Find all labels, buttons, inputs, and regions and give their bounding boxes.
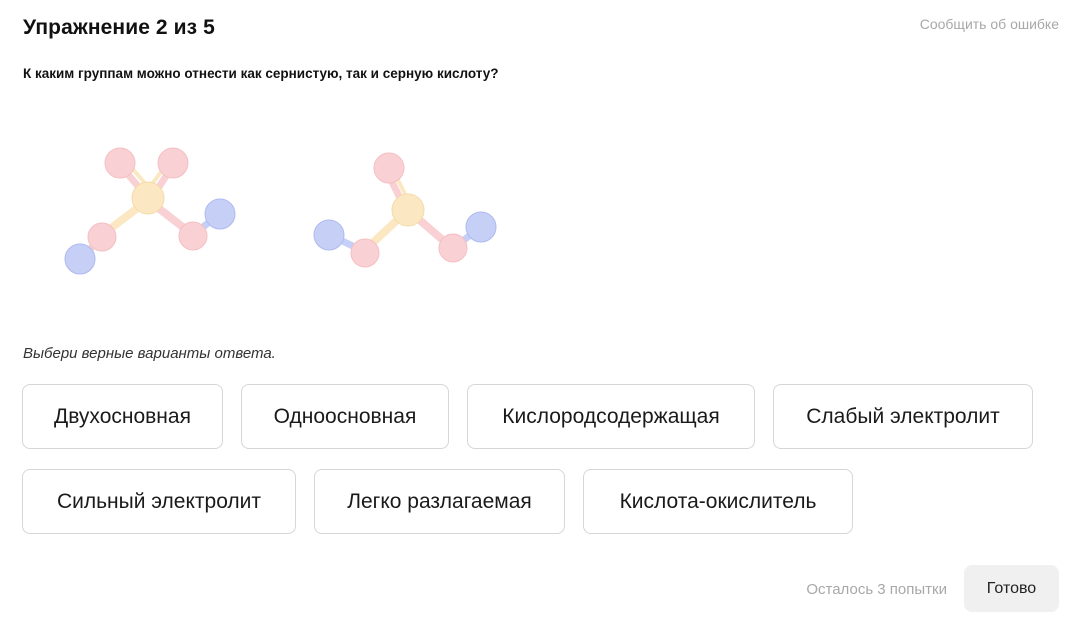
option-button-oxygen-containing[interactable]: Кислородсодержащая xyxy=(467,384,755,449)
attempts-remaining: Осталось 3 попытки xyxy=(806,581,947,598)
report-error-link[interactable]: Сообщить об ошибке xyxy=(920,16,1059,32)
sulfuric-acid-molecule xyxy=(64,147,236,275)
page-title: Упражнение 2 из 5 xyxy=(23,16,215,39)
option-button-easily-decomposing[interactable]: Легко разлагаемая xyxy=(314,469,565,534)
option-button-strong-electrolyte[interactable]: Сильный электролит xyxy=(22,469,296,534)
option-button-monobasic[interactable]: Одноосновная xyxy=(241,384,449,449)
option-button-weak-electrolyte[interactable]: Слабый электролит xyxy=(773,384,1033,449)
instruction-text: Выбери верные варианты ответа. xyxy=(23,345,276,362)
question-text: К каким группам можно отнести как сернис… xyxy=(23,66,499,81)
submit-button[interactable]: Готово xyxy=(964,565,1059,612)
sulfurous-acid-molecule xyxy=(313,152,497,268)
option-button-oxidizing-acid[interactable]: Кислота-окислитель xyxy=(583,469,853,534)
molecule-illustration xyxy=(64,147,497,275)
option-button-dibasic[interactable]: Двухосновная xyxy=(22,384,223,449)
